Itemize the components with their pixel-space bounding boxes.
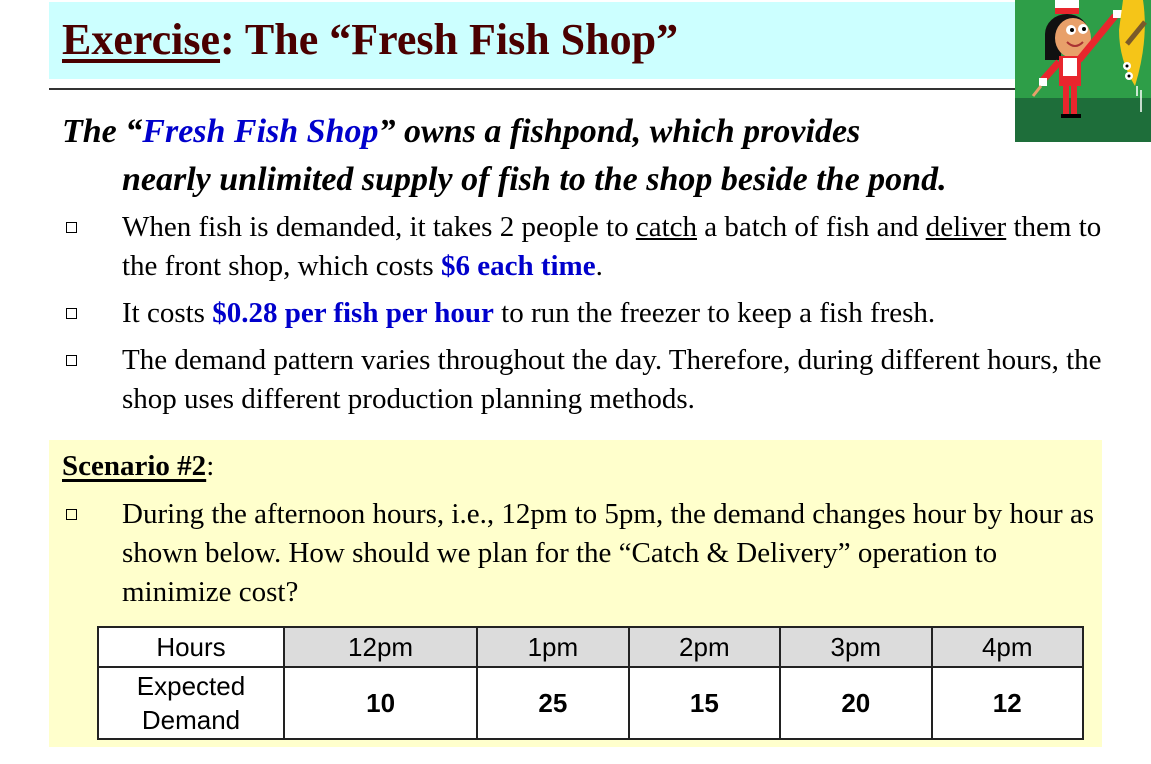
header-label-hours: Hours	[97, 626, 285, 668]
holding-cost-highlight: $0.28 per fish per hour	[212, 297, 494, 329]
demand-cell: 25	[476, 666, 630, 740]
hour-cell: 2pm	[627, 626, 782, 668]
scenario-heading: Scenario #2:	[62, 450, 214, 483]
demand-cell: 20	[779, 666, 933, 740]
bullet-list: When fish is demanded, it takes 2 people…	[62, 208, 1102, 427]
shop-name-highlight: Fresh Fish Shop	[142, 113, 379, 150]
square-bullet-icon	[66, 308, 77, 319]
demand-cell: 10	[282, 666, 479, 740]
table-header-row: Hours 12pm 1pm 2pm 3pm 4pm	[97, 626, 1084, 668]
bullet-catch-delivery-cost: When fish is demanded, it takes 2 people…	[62, 208, 1102, 286]
demand-cell: 15	[627, 666, 782, 740]
scenario-colon: :	[206, 450, 215, 482]
hour-cell: 3pm	[779, 626, 933, 668]
table-row-demand: Expected Demand 10 25 15 20 12	[97, 666, 1084, 740]
underlined-word-catch: catch	[635, 211, 697, 243]
scenario-title: Scenario #2	[62, 450, 207, 482]
bullet-text: It costs	[122, 297, 213, 329]
square-bullet-icon	[66, 509, 77, 520]
square-bullet-icon	[66, 222, 77, 233]
delivery-cost-highlight: $6 each time	[440, 250, 596, 282]
bullet-text: The demand pattern varies throughout the…	[122, 344, 1102, 415]
intro-part2: ” owns a fishpond, which provides	[378, 113, 861, 150]
hour-cell: 1pm	[476, 626, 630, 668]
slide-title: Exercise: The “Fresh Fish Shop”	[62, 14, 678, 65]
title-suffix: : The “Fresh Fish Shop”	[220, 15, 679, 64]
bullet-freezer-cost: It costs $0.28 per fish per hour to run …	[62, 294, 1102, 333]
intro-statement: The “Fresh Fish Shop” owns a fishpond, w…	[62, 108, 1122, 204]
underlined-word-deliver: deliver	[925, 211, 1007, 243]
intro-line2: nearly unlimited supply of fish to the s…	[122, 161, 947, 198]
row-label-line1: Expected	[136, 671, 246, 701]
bullet-demand-pattern: The demand pattern varies throughout the…	[62, 341, 1102, 419]
title-prefix: Exercise	[62, 15, 221, 64]
bullet-text: .	[595, 250, 603, 282]
demand-table: Hours 12pm 1pm 2pm 3pm 4pm Expected Deman…	[97, 626, 1084, 740]
row-label-line2: Demand	[141, 705, 241, 735]
bullet-text: During the afternoon hours, i.e., 12pm t…	[122, 498, 1095, 608]
title-divider	[49, 88, 1015, 90]
intro-part1: The “	[62, 113, 143, 150]
bullet-scenario: During the afternoon hours, i.e., 12pm t…	[62, 495, 1102, 612]
demand-cell: 12	[930, 666, 1084, 740]
scenario-question: During the afternoon hours, i.e., 12pm t…	[62, 495, 1102, 620]
bullet-text: When fish is demanded, it takes 2 people…	[122, 211, 636, 243]
row-label-expected-demand: Expected Demand	[97, 666, 285, 740]
bullet-text: to run the freezer to keep a fish fresh.	[493, 297, 936, 329]
square-bullet-icon	[66, 355, 77, 366]
hour-cell: 4pm	[930, 626, 1084, 668]
bullet-text: a batch of fish and	[697, 211, 926, 243]
hour-cell: 12pm	[282, 626, 479, 668]
